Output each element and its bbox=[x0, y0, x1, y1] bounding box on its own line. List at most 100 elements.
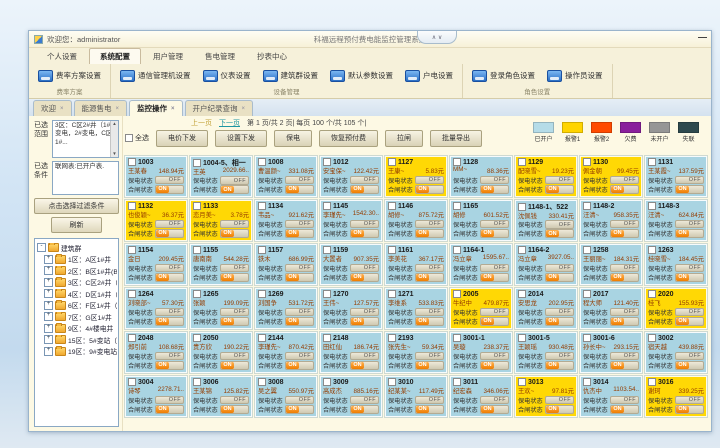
room-card[interactable]: 1264刘晓部~57.30元保电状态OFF合闸状态ON bbox=[125, 288, 187, 329]
room-select-checkbox[interactable] bbox=[193, 334, 201, 342]
switch-toggle[interactable]: ON bbox=[480, 361, 509, 370]
doc-tab-能源售电[interactable]: 能源售电× bbox=[74, 100, 128, 116]
doc-tab-欢迎[interactable]: 欢迎× bbox=[33, 100, 72, 116]
tree-item[interactable]: +15区：5#变站（3#变 bbox=[37, 335, 117, 345]
switch-toggle[interactable]: ON bbox=[415, 405, 444, 414]
power-protect-toggle[interactable]: OFF bbox=[675, 220, 704, 229]
room-card[interactable]: 1148-1、522沈佩钱330.41元保电状态OFF合闸状态ON bbox=[515, 200, 577, 241]
scroll-down-icon[interactable]: ▼ bbox=[112, 151, 116, 157]
collapse-icon[interactable]: - bbox=[37, 243, 46, 252]
room-card[interactable]: 1263桂晓雪~184.45元保电状态OFF合闸状态ON bbox=[645, 244, 707, 285]
room-card[interactable]: 1127王康~5.83元保电状态OFF合闸状态ON bbox=[385, 156, 447, 197]
room-card[interactable]: 2020桂飞155.93元保电状态OFF合闸状态ON bbox=[645, 288, 707, 329]
switch-toggle[interactable]: ON bbox=[675, 229, 704, 238]
expand-icon[interactable]: + bbox=[44, 301, 53, 310]
ribbon-tab-个人设置[interactable]: 个人设置 bbox=[37, 49, 87, 64]
switch-toggle[interactable]: ON bbox=[480, 405, 509, 414]
power-protect-toggle[interactable]: OFF bbox=[285, 176, 314, 185]
room-select-checkbox[interactable] bbox=[518, 158, 526, 166]
power-protect-toggle[interactable]: OFF bbox=[545, 220, 574, 229]
room-card[interactable]: 2005牛纪中479.87元保电状态OFF合闸状态ON bbox=[450, 288, 512, 329]
switch-toggle[interactable]: ON bbox=[220, 185, 249, 194]
room-card[interactable]: 3016谢珂339.25元保电状态OFF合闸状态ON bbox=[645, 376, 707, 417]
room-select-checkbox[interactable] bbox=[388, 334, 396, 342]
room-card[interactable]: 1145李瑾先~1542.30..保电状态OFF合闸状态ON bbox=[320, 200, 382, 241]
room-card[interactable]: 1008曹温颜~331.08元保电状态OFF合闸状态ON bbox=[255, 156, 317, 197]
room-card[interactable]: 2193张先生~59.34元保电状态OFF合闸状态ON bbox=[385, 332, 447, 373]
room-select-checkbox[interactable] bbox=[128, 158, 136, 166]
room-select-checkbox[interactable] bbox=[648, 334, 656, 342]
switch-toggle[interactable]: ON bbox=[285, 229, 314, 238]
room-card[interactable]: 1146胡修~875.72元保电状态OFF合闸状态ON bbox=[385, 200, 447, 241]
switch-toggle[interactable]: ON bbox=[415, 229, 444, 238]
room-select-checkbox[interactable] bbox=[648, 246, 656, 254]
switch-toggle[interactable]: ON bbox=[675, 405, 704, 414]
doc-tab-开户纪录查询[interactable]: 开户纪录查询× bbox=[185, 100, 254, 116]
tree-item[interactable]: +2区：B区1#井(B区1# bbox=[37, 266, 117, 276]
switch-toggle[interactable]: ON bbox=[285, 405, 314, 414]
room-card[interactable]: 1161李美花367.17元保电状态OFF合闸状态ON bbox=[385, 244, 447, 285]
room-card[interactable]: 1265张颖199.09元保电状态OFF合闸状态ON bbox=[190, 288, 252, 329]
power-protect-toggle[interactable]: OFF bbox=[155, 308, 184, 317]
room-select-checkbox[interactable] bbox=[323, 334, 331, 342]
selected-range-box[interactable]: 3区：C区2#井（1#变电，2#变电，C区1#... ▲▼ bbox=[52, 120, 119, 158]
switch-toggle[interactable]: ON bbox=[155, 405, 184, 414]
power-protect-toggle[interactable]: OFF bbox=[415, 308, 444, 317]
room-select-checkbox[interactable] bbox=[193, 246, 201, 254]
ribbon-button-默认参数设置[interactable]: 默认参数设置 bbox=[325, 68, 398, 84]
switch-toggle[interactable]: ON bbox=[350, 185, 379, 194]
switch-toggle[interactable]: ON bbox=[415, 185, 444, 194]
close-icon[interactable]: × bbox=[116, 106, 120, 112]
room-card[interactable]: 1159大置者907.35元保电状态OFF合闸状态ON bbox=[320, 244, 382, 285]
tree-root[interactable]: -建筑群 bbox=[37, 243, 117, 253]
close-icon[interactable]: × bbox=[171, 106, 175, 112]
toolbar-button-保电[interactable]: 保电 bbox=[274, 130, 312, 147]
room-select-checkbox[interactable] bbox=[128, 334, 136, 342]
tree-item[interactable]: +19区：9#变电站（2# bbox=[37, 346, 117, 356]
tree-item[interactable]: +4区：D区1#井（D区1 bbox=[37, 289, 117, 299]
switch-toggle[interactable]: ON bbox=[155, 317, 184, 326]
switch-toggle[interactable]: ON bbox=[350, 361, 379, 370]
room-card[interactable]: 3011纪宏森346.06元保电状态OFF合闸状态ON bbox=[450, 376, 512, 417]
power-protect-toggle[interactable]: OFF bbox=[610, 352, 639, 361]
expand-icon[interactable]: + bbox=[44, 278, 53, 287]
power-protect-toggle[interactable]: OFF bbox=[350, 264, 379, 273]
power-protect-toggle[interactable]: OFF bbox=[545, 176, 574, 185]
room-select-checkbox[interactable] bbox=[453, 246, 461, 254]
switch-toggle[interactable]: ON bbox=[480, 273, 509, 282]
room-card[interactable]: 1130佩金朝99.45元保电状态OFF合闸状态ON bbox=[580, 156, 642, 197]
switch-toggle[interactable]: ON bbox=[610, 317, 639, 326]
room-select-checkbox[interactable] bbox=[518, 246, 526, 254]
ribbon-tab-系统配置[interactable]: 系统配置 bbox=[89, 48, 141, 64]
switch-toggle[interactable]: ON bbox=[285, 361, 314, 370]
room-card[interactable]: 1134韦品~921.62元保电状态OFF合闸状态ON bbox=[255, 200, 317, 241]
room-select-checkbox[interactable] bbox=[128, 378, 136, 386]
room-select-checkbox[interactable] bbox=[323, 378, 331, 386]
power-protect-toggle[interactable]: OFF bbox=[350, 308, 379, 317]
minimize-button[interactable]: — bbox=[698, 32, 707, 42]
power-protect-toggle[interactable]: OFF bbox=[480, 176, 509, 185]
switch-toggle[interactable]: ON bbox=[155, 361, 184, 370]
switch-toggle[interactable]: ON bbox=[415, 273, 444, 282]
room-select-checkbox[interactable] bbox=[583, 378, 591, 386]
power-protect-toggle[interactable]: OFF bbox=[415, 396, 444, 405]
power-protect-toggle[interactable]: OFF bbox=[220, 396, 249, 405]
switch-toggle[interactable]: ON bbox=[285, 185, 314, 194]
room-card[interactable]: 3001-1吴璇238.37元保电状态OFF合闸状态ON bbox=[450, 332, 512, 373]
room-card[interactable]: 3001-5王颖瑶930.48元保电状态OFF合闸状态ON bbox=[515, 332, 577, 373]
room-select-checkbox[interactable] bbox=[648, 158, 656, 166]
room-select-checkbox[interactable] bbox=[258, 378, 266, 386]
room-card[interactable]: 1258王丽丽~184.31元保电状态OFF合闸状态ON bbox=[580, 244, 642, 285]
room-card[interactable]: 2014安思龙202.95元保电状态OFF合闸状态ON bbox=[515, 288, 577, 329]
power-protect-toggle[interactable]: OFF bbox=[220, 352, 249, 361]
room-card[interactable]: 3004诗琴2278.71..保电状态OFF合闸状态ON bbox=[125, 376, 187, 417]
room-card[interactable]: 1165胡修601.52元保电状态OFF合闸状态ON bbox=[450, 200, 512, 241]
switch-toggle[interactable]: ON bbox=[155, 273, 184, 282]
switch-toggle[interactable]: ON bbox=[545, 317, 574, 326]
switch-toggle[interactable]: ON bbox=[610, 361, 639, 370]
room-card[interactable]: 1133恋月美~3.78元保电状态OFF合闸状态ON bbox=[190, 200, 252, 241]
room-select-checkbox[interactable] bbox=[388, 202, 396, 210]
switch-toggle[interactable]: ON bbox=[610, 273, 639, 282]
power-protect-toggle[interactable]: OFF bbox=[155, 176, 184, 185]
expand-icon[interactable]: + bbox=[44, 335, 53, 344]
